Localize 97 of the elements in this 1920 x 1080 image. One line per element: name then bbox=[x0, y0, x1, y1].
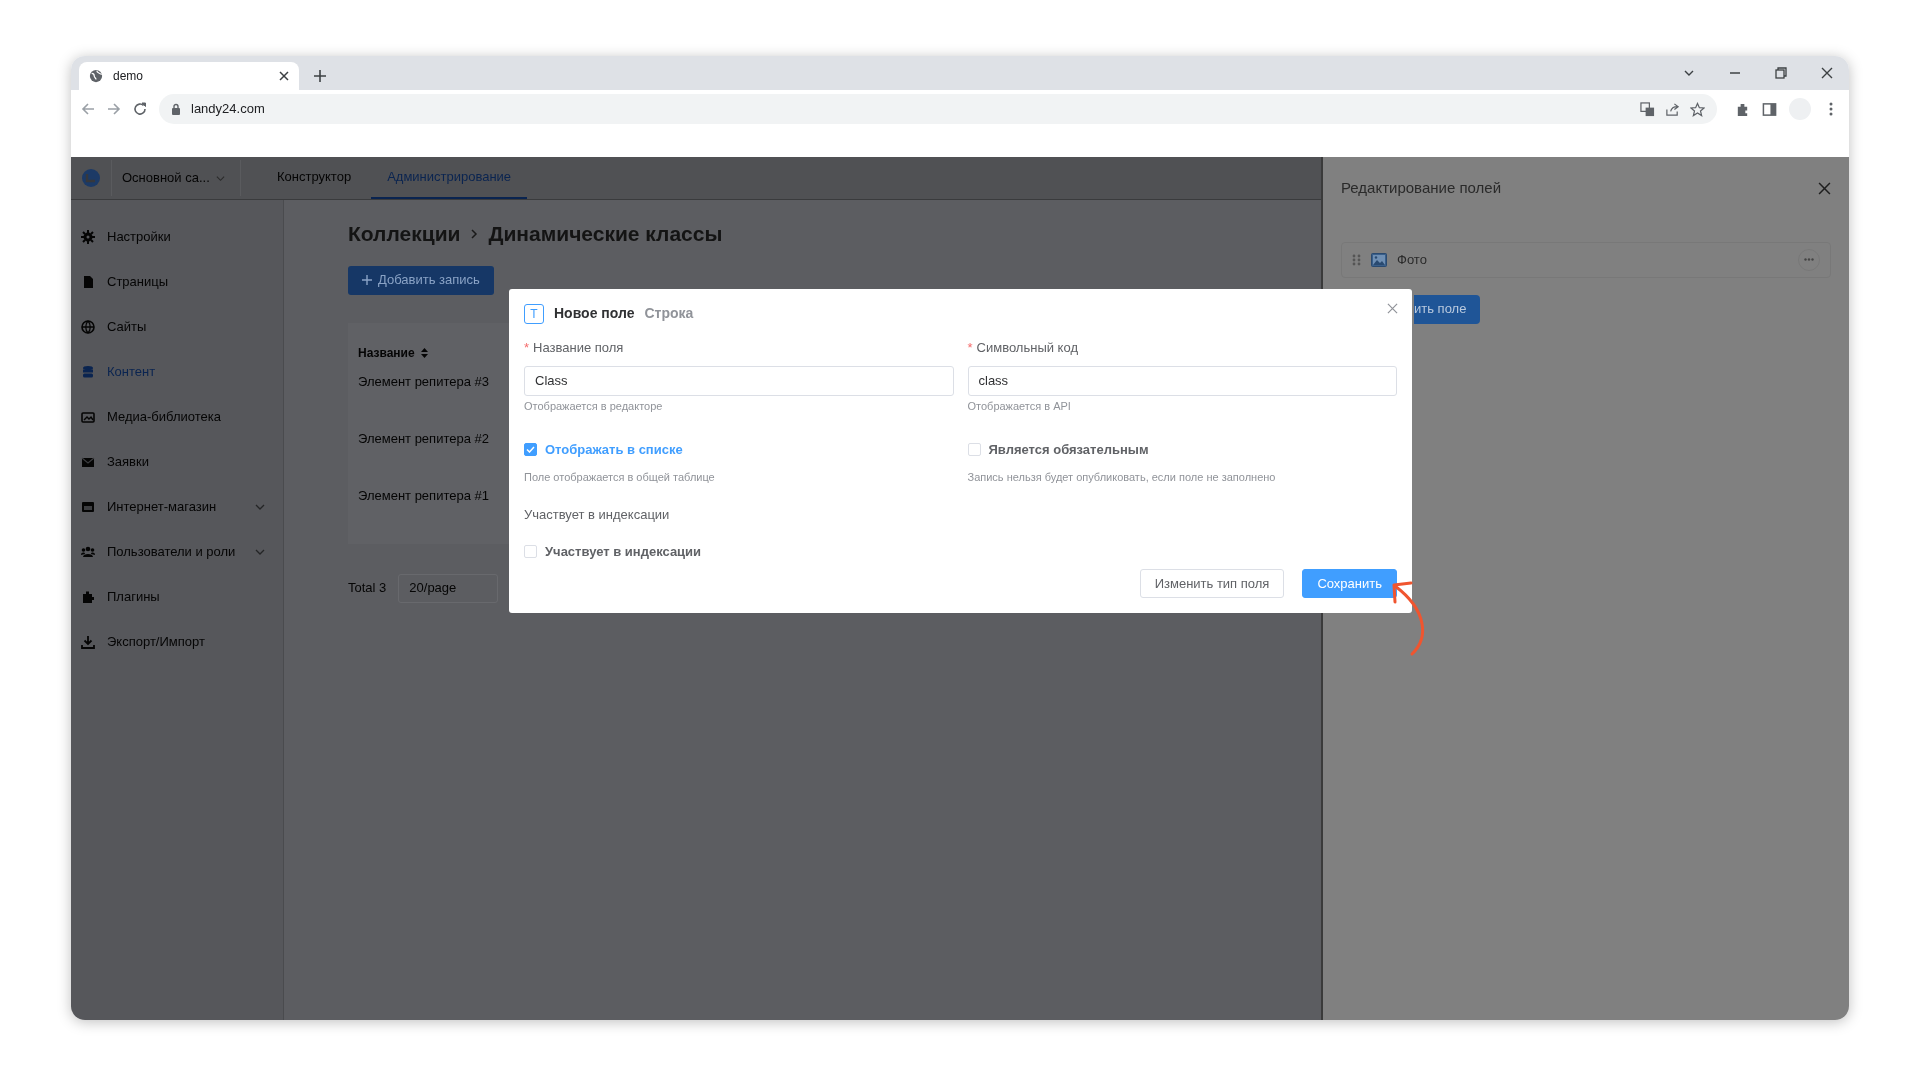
checkbox[interactable]: Является обязательным bbox=[967, 440, 1397, 460]
chevron-right-icon bbox=[470, 228, 479, 239]
add-field-button[interactable]: ить поле bbox=[1414, 294, 1481, 324]
lock-icon bbox=[171, 103, 181, 115]
checkbox-box[interactable] bbox=[524, 443, 537, 457]
sidebar-item[interactable]: Плагины bbox=[71, 574, 283, 619]
checkbox-label: Является обязательным bbox=[988, 441, 1149, 459]
globe-icon bbox=[81, 319, 95, 334]
puzzle-icon[interactable] bbox=[1735, 101, 1750, 117]
page-size-select[interactable]: 20/page bbox=[398, 573, 499, 603]
sidebar-label: Заявки bbox=[107, 452, 150, 471]
star-icon[interactable] bbox=[1690, 101, 1705, 117]
new-tab-icon[interactable] bbox=[313, 69, 327, 83]
sidebar-item[interactable]: Пользователи и роли bbox=[71, 529, 283, 574]
sidebar-item[interactable]: Интернет-магазин bbox=[71, 484, 283, 529]
field-label: Символьный код bbox=[976, 339, 1078, 357]
total-count: Total 3 bbox=[348, 579, 387, 598]
download-icon bbox=[81, 634, 95, 649]
sidebar-label: Экспорт/Импорт bbox=[107, 632, 206, 651]
section-label: Участвует в индексации bbox=[524, 506, 671, 524]
modal-title: Новое поле bbox=[554, 304, 635, 323]
sidebar-label: Настройки bbox=[107, 227, 172, 246]
checkbox-label: Отображать в списке bbox=[545, 441, 683, 459]
add-record-button[interactable]: Добавить запись bbox=[348, 265, 494, 295]
table-cell-text: Элемент репитера #1 bbox=[358, 487, 489, 506]
sidebar-item[interactable]: Сайты bbox=[71, 304, 283, 349]
sidebar-label: Пользователи и роли bbox=[107, 542, 237, 561]
sidebar-item[interactable]: Экспорт/Импорт bbox=[71, 619, 283, 664]
text-input[interactable]: Class bbox=[524, 365, 954, 396]
help-text: Поле отображается в общей таблице bbox=[524, 469, 716, 485]
forward-icon[interactable] bbox=[107, 102, 121, 116]
close-icon[interactable] bbox=[1821, 67, 1833, 79]
chevron-down-icon bbox=[215, 173, 225, 183]
sidebar-item[interactable]: Страницы bbox=[71, 259, 283, 304]
sidebar-item[interactable]: Заявки bbox=[71, 439, 283, 484]
field-label: Фото bbox=[1397, 250, 1428, 269]
save-button[interactable]: Сохранить bbox=[1302, 569, 1397, 598]
database-icon bbox=[81, 364, 95, 379]
sidebar-label: Интернет-магазин bbox=[107, 497, 218, 516]
help-text: Отображается в API bbox=[967, 398, 1072, 414]
sidebar-label: Медиа-библиотека bbox=[107, 407, 222, 426]
required-asterisk: * bbox=[967, 339, 973, 357]
sidebar-label: Страницы bbox=[107, 272, 170, 291]
table-header[interactable]: Название bbox=[358, 334, 428, 372]
tab-title: demo bbox=[113, 68, 145, 85]
store-icon bbox=[81, 499, 95, 514]
back-icon[interactable] bbox=[81, 102, 95, 116]
help-text: Отображается в редакторе bbox=[524, 398, 664, 414]
panel-title: Редактирование полей bbox=[1341, 178, 1502, 198]
sidebar-item[interactable]: Настройки bbox=[71, 214, 283, 259]
checkmark-icon bbox=[526, 446, 535, 454]
drag-handle-icon[interactable] bbox=[1352, 253, 1361, 266]
address-bar[interactable]: landy24.com bbox=[159, 94, 1717, 124]
nav-tab[interactable]: Конструктор bbox=[261, 157, 368, 199]
more-menu-icon[interactable] bbox=[1829, 102, 1833, 116]
sidebar-item[interactable]: Контент bbox=[71, 349, 283, 394]
field-type-icon: T bbox=[524, 303, 544, 324]
column-header: Название bbox=[358, 345, 415, 363]
puzzle-icon bbox=[81, 589, 95, 604]
site-selector[interactable]: Основной са... bbox=[111, 160, 241, 196]
gear-icon bbox=[81, 229, 95, 244]
sidebar-label: Плагины bbox=[107, 587, 161, 606]
modal-subtitle: Строка bbox=[644, 304, 694, 323]
site-name: Основной са... bbox=[122, 169, 210, 188]
restore-icon[interactable] bbox=[1775, 67, 1787, 79]
checkbox-label: Участвует в индексации bbox=[545, 542, 702, 561]
sort-icon[interactable] bbox=[420, 348, 428, 359]
text-input[interactable]: class bbox=[967, 365, 1397, 396]
sidebar-item[interactable]: Медиа-библиотека bbox=[71, 394, 283, 439]
side-panel-icon[interactable] bbox=[1762, 101, 1777, 117]
table-cell-text: Элемент репитера #2 bbox=[358, 430, 489, 449]
close-icon[interactable] bbox=[279, 71, 289, 81]
close-icon[interactable] bbox=[1818, 181, 1831, 195]
share-icon[interactable] bbox=[1665, 101, 1680, 117]
globe-icon bbox=[89, 69, 103, 83]
breadcrumb-item[interactable]: Динамические классы bbox=[488, 218, 723, 250]
sidebar-label: Сайты bbox=[107, 317, 148, 336]
field-label: Название поля bbox=[533, 339, 624, 357]
translate-icon[interactable] bbox=[1640, 101, 1655, 117]
browser-tab[interactable]: demo bbox=[79, 62, 299, 90]
more-icon bbox=[1804, 258, 1814, 261]
file-icon bbox=[81, 274, 95, 289]
field-row[interactable]: Фото bbox=[1341, 241, 1831, 278]
required-asterisk: * bbox=[524, 339, 530, 357]
users-icon bbox=[81, 544, 95, 559]
images-icon bbox=[81, 409, 95, 424]
breadcrumb-item[interactable]: Коллекции bbox=[348, 218, 461, 250]
sidebar-label: Контент bbox=[107, 362, 157, 381]
change-type-button[interactable]: Изменить тип поля bbox=[1139, 569, 1285, 598]
checkbox[interactable]: Отображать в списке bbox=[524, 440, 954, 460]
table-cell-text: Элемент репитера #3 bbox=[358, 373, 489, 391]
image-icon bbox=[1371, 252, 1387, 267]
url-text: landy24.com bbox=[191, 100, 266, 119]
plus-icon bbox=[362, 275, 372, 285]
help-text: Запись нельзя будет опубликовать, если поле не заполнено bbox=[967, 469, 1277, 485]
reload-icon[interactable] bbox=[133, 102, 147, 116]
checkbox[interactable]: Участвует в индексации bbox=[524, 541, 1397, 561]
